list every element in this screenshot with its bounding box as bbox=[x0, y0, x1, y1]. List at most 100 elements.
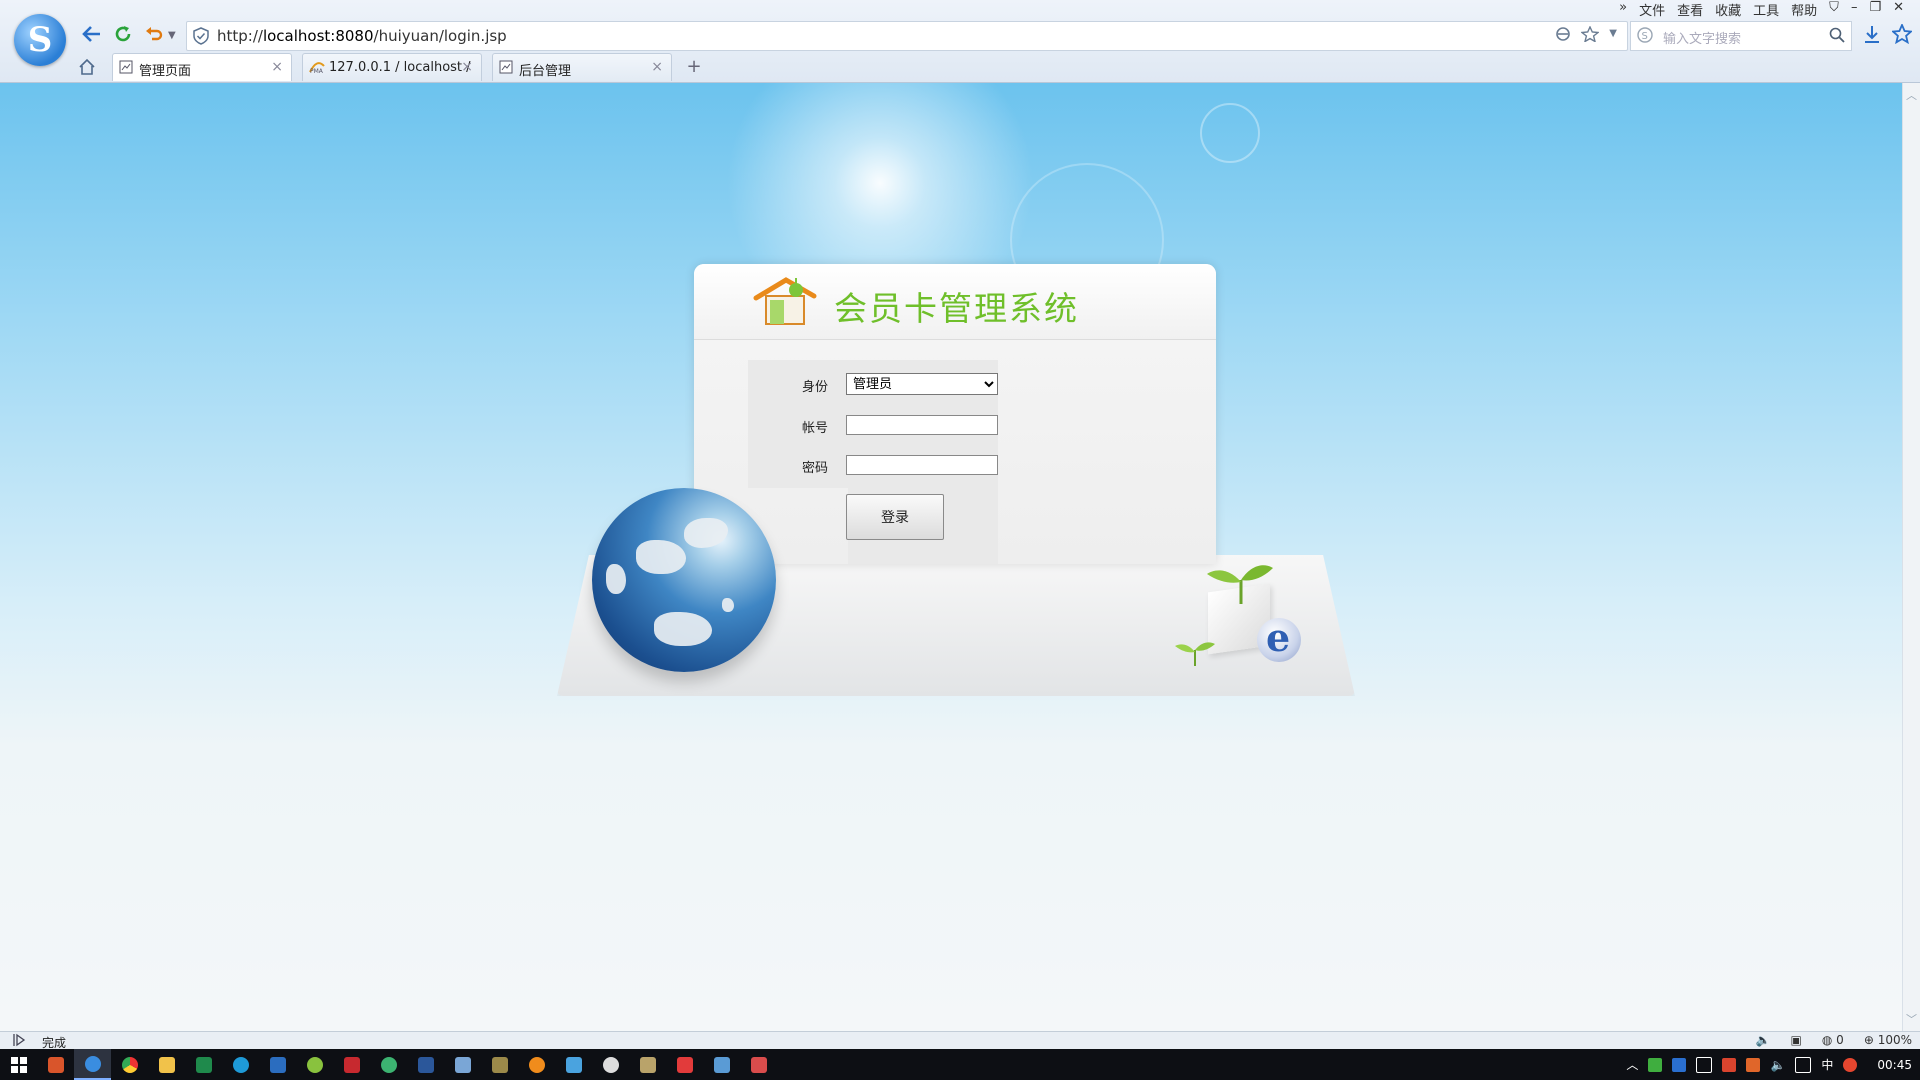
windows-icon bbox=[10, 1056, 27, 1073]
tray-app-icon[interactable] bbox=[1722, 1057, 1737, 1072]
taskbar-explorer-icon[interactable] bbox=[148, 1049, 185, 1080]
new-tab-button[interactable]: + bbox=[682, 55, 706, 79]
tab-phpmyadmin[interactable]: PMA 127.0.0.1 / localhost / × bbox=[302, 53, 482, 81]
search-engine-icon[interactable]: S bbox=[1637, 27, 1653, 43]
minimize-icon[interactable]: – bbox=[1851, 0, 1858, 18]
password-label: 密码 bbox=[802, 461, 829, 476]
menu-help[interactable]: 帮助 bbox=[1791, 0, 1817, 19]
menu-more[interactable]: » bbox=[1619, 0, 1627, 18]
taskbar-app-icon[interactable] bbox=[703, 1049, 740, 1080]
blocked-count[interactable]: ◍ 0 bbox=[1822, 1033, 1844, 1047]
tray-sogou-ime-icon[interactable] bbox=[1843, 1057, 1858, 1072]
tray-security-icon[interactable] bbox=[1672, 1057, 1687, 1072]
tray-app-icon[interactable] bbox=[1746, 1057, 1761, 1072]
zoom-level[interactable]: ⊕ 100% bbox=[1864, 1033, 1912, 1047]
undo-dropdown-icon[interactable]: ▼ bbox=[168, 30, 176, 41]
menu-tools[interactable]: 工具 bbox=[1753, 0, 1779, 19]
login-button[interactable]: 登录 bbox=[846, 494, 944, 540]
role-select[interactable]: 管理员 bbox=[846, 373, 998, 395]
system-tray: ︿ 🔈 中 00:45 bbox=[1626, 1049, 1912, 1080]
browser-toolbar: S ▼ http://localhost:8080/huiyuan/login.… bbox=[0, 0, 1920, 83]
start-button[interactable] bbox=[0, 1049, 37, 1080]
house-logo-icon bbox=[752, 276, 818, 332]
tray-app-icon[interactable] bbox=[1648, 1057, 1663, 1072]
page-icon bbox=[119, 60, 133, 78]
sidebar-toggle-icon[interactable] bbox=[12, 1033, 26, 1050]
small-sprout-icon bbox=[1175, 636, 1215, 670]
taskbar-app-icon[interactable] bbox=[629, 1049, 666, 1080]
taskbar-app-icon[interactable] bbox=[740, 1049, 777, 1080]
page-icon bbox=[499, 60, 513, 78]
download-icon[interactable] bbox=[1862, 24, 1882, 44]
back-arrow-icon[interactable] bbox=[78, 20, 106, 48]
tab-admin-page[interactable]: 管理页面 × bbox=[112, 53, 292, 81]
tab-strip: 管理页面 × PMA 127.0.0.1 / localhost / × 后台管… bbox=[112, 53, 706, 81]
taskbar-app-icon[interactable] bbox=[370, 1049, 407, 1080]
security-shield-icon[interactable] bbox=[193, 27, 209, 45]
address-url[interactable]: http://localhost:8080/huiyuan/login.jsp bbox=[217, 27, 507, 45]
phpmyadmin-icon: PMA bbox=[309, 60, 325, 78]
menu-file[interactable]: 文件 bbox=[1639, 0, 1665, 19]
status-bar: 完成 🔈 ▣ ◍ 0 ⊕ 100% bbox=[0, 1031, 1920, 1050]
zoom-icon: ⊕ bbox=[1863, 1033, 1878, 1047]
cleanup-icon[interactable]: ▣ bbox=[1791, 1033, 1802, 1047]
restore-icon[interactable]: ❐ bbox=[1869, 0, 1881, 18]
home-icon[interactable] bbox=[78, 58, 96, 80]
tray-clock[interactable]: 00:45 bbox=[1867, 1058, 1912, 1072]
taskbar-app-icon[interactable] bbox=[518, 1049, 555, 1080]
taskbar-app-icon[interactable] bbox=[259, 1049, 296, 1080]
account-label: 帐号 bbox=[802, 421, 829, 436]
tray-volume-icon[interactable]: 🔈 bbox=[1770, 1058, 1785, 1072]
account-input[interactable] bbox=[846, 415, 998, 435]
taskbar-chrome-icon[interactable] bbox=[111, 1049, 148, 1080]
system-title: 会员卡管理系统 bbox=[834, 289, 1079, 328]
taskbar-app-icon[interactable] bbox=[222, 1049, 259, 1080]
menu-view[interactable]: 查看 bbox=[1677, 0, 1703, 19]
taskbar-settings-icon[interactable] bbox=[592, 1049, 629, 1080]
address-dropdown-icon[interactable]: ▼ bbox=[1609, 26, 1617, 42]
taskbar-app-icon[interactable] bbox=[555, 1049, 592, 1080]
close-window-icon[interactable]: ✕ bbox=[1893, 0, 1904, 18]
scroll-down-icon[interactable]: ﹀ bbox=[1906, 1011, 1917, 1027]
role-label: 身份 bbox=[802, 380, 829, 395]
taskbar-app-icon[interactable] bbox=[333, 1049, 370, 1080]
taskbar-sogou-browser-icon[interactable] bbox=[74, 1049, 111, 1080]
taskbar-excel-icon[interactable] bbox=[185, 1049, 222, 1080]
lens-flare bbox=[1200, 103, 1260, 163]
tab-backend[interactable]: 后台管理 × bbox=[492, 53, 672, 81]
menu-favorites[interactable]: 收藏 bbox=[1715, 0, 1741, 19]
password-input[interactable] bbox=[846, 455, 998, 475]
search-icon[interactable] bbox=[1829, 27, 1845, 43]
tab-close-icon[interactable]: × bbox=[461, 59, 473, 75]
vertical-scrollbar[interactable]: ︿ ﹀ bbox=[1902, 83, 1920, 1031]
taskbar-word-icon[interactable] bbox=[407, 1049, 444, 1080]
taskbar-app-icon[interactable] bbox=[481, 1049, 518, 1080]
search-box[interactable]: S 输入文字搜索 bbox=[1630, 21, 1852, 51]
undo-icon[interactable] bbox=[140, 20, 168, 48]
taskbar-app-icon[interactable] bbox=[444, 1049, 481, 1080]
menu-bar: » 文件 查看 收藏 工具 帮助 ⛉ – ❐ ✕ bbox=[1619, 0, 1904, 19]
skin-icon[interactable]: ⛉ bbox=[1829, 0, 1839, 18]
taskbar-app-icon[interactable] bbox=[37, 1049, 74, 1080]
address-bar[interactable]: http://localhost:8080/huiyuan/login.jsp … bbox=[186, 21, 1628, 51]
ie-mode-icon[interactable] bbox=[1555, 26, 1571, 42]
taskbar-app-icon[interactable] bbox=[296, 1049, 333, 1080]
favorites-star-icon[interactable] bbox=[1892, 24, 1912, 44]
tab-label: 后台管理 bbox=[519, 64, 572, 79]
tab-close-icon[interactable]: × bbox=[651, 59, 663, 75]
refresh-icon[interactable] bbox=[109, 20, 137, 48]
ad-block-icon: ◍ bbox=[1821, 1033, 1837, 1047]
scroll-up-icon[interactable]: ︿ bbox=[1906, 87, 1917, 103]
tab-close-icon[interactable]: × bbox=[271, 59, 283, 75]
tray-ime[interactable]: 中 bbox=[1821, 1056, 1833, 1073]
taskbar-app-icon[interactable] bbox=[666, 1049, 703, 1080]
volume-icon[interactable]: 🔈 bbox=[1756, 1033, 1771, 1047]
tray-network-icon[interactable] bbox=[1696, 1056, 1713, 1073]
windows-taskbar: ︿ 🔈 中 00:45 bbox=[0, 1049, 1920, 1080]
svg-text:PMA: PMA bbox=[310, 68, 324, 74]
tray-expand-icon[interactable]: ︿ bbox=[1626, 1056, 1638, 1073]
favorite-star-icon[interactable] bbox=[1581, 26, 1600, 42]
tray-notification-icon[interactable] bbox=[1795, 1056, 1812, 1073]
browser-logo-icon[interactable]: S bbox=[14, 14, 66, 66]
search-placeholder: 输入文字搜索 bbox=[1663, 32, 1742, 47]
